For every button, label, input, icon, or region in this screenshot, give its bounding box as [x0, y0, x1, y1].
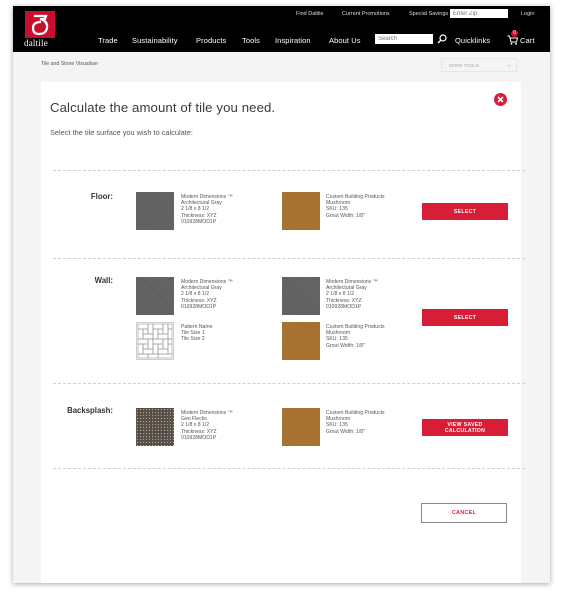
cart-count-badge: 0	[511, 30, 518, 37]
tile-swatch-architectural-gray	[282, 277, 320, 315]
backsplash-label: Backsplash:	[67, 406, 113, 415]
close-icon	[497, 96, 504, 103]
pattern-layout-icon	[137, 323, 173, 359]
divider	[53, 258, 525, 259]
current-promotions-link[interactable]: Current Promotions	[342, 11, 390, 17]
button-label-line2: CALCULATION	[444, 427, 486, 434]
nav-about-us[interactable]: About Us	[329, 36, 361, 45]
floor-select-button[interactable]: SELECT	[422, 203, 508, 220]
wall-grout-info: Custom Building Products Mushroom SKU: 1…	[326, 324, 385, 349]
tile-swatch-architectural-gray	[136, 192, 174, 230]
nav-sustainability[interactable]: Sustainability	[132, 36, 178, 45]
page-frame: daltile Find Daltile Current Promotions …	[13, 6, 550, 583]
floor-tile-info: Modern Dimensions ™ Architectural Gray 2…	[181, 194, 233, 225]
close-button[interactable]	[494, 93, 507, 106]
nav-inspiration[interactable]: Inspiration	[275, 36, 311, 45]
wall-tile-info: Modern Dimensions ™ Architectural Gray 2…	[181, 279, 233, 310]
tile-swatch-architectural-gray	[136, 277, 174, 315]
zip-input[interactable]	[450, 9, 508, 18]
daltile-logo[interactable]: daltile	[24, 11, 55, 48]
backsplash-tile-info: Modern Dimensions ™ Geo Flecks 2 1/8 x 8…	[181, 410, 233, 441]
login-link[interactable]: Login	[521, 11, 534, 17]
logo-wordmark: daltile	[24, 38, 48, 48]
view-saved-calculation-button[interactable]: VIEW SAVED CALCULATION	[422, 419, 508, 436]
wall-label: Wall:	[94, 276, 113, 285]
breadcrumb: Tile and Stone Visualiser	[41, 61, 99, 67]
special-savings-link[interactable]: Special Savings	[409, 11, 448, 17]
nav-quicklinks[interactable]: Quicklinks	[455, 36, 490, 45]
logo-glyph-icon	[31, 14, 49, 36]
search-input[interactable]	[375, 34, 433, 44]
dialog-subtitle: Select the tile surface you wish to calc…	[50, 128, 193, 137]
nav-products[interactable]: Products	[196, 36, 226, 45]
divider	[53, 383, 525, 384]
nav-tools[interactable]: Tools	[242, 36, 260, 45]
nav-cart[interactable]: Cart	[520, 36, 535, 45]
divider	[53, 170, 525, 171]
backsplash-grout-info: Custom Building Products Mushroom SKU: 1…	[326, 410, 385, 435]
more-tools-label: MORE TOOLS	[449, 63, 479, 68]
nav-trade[interactable]: Trade	[98, 36, 118, 45]
find-daltile-link[interactable]: Find Daltile	[296, 11, 324, 17]
grout-swatch-mushroom	[282, 408, 320, 446]
dialog-title: Calculate the amount of tile you need.	[50, 100, 276, 115]
wall-select-button[interactable]: SELECT	[422, 309, 508, 326]
grout-swatch-mushroom	[282, 192, 320, 230]
floor-grout-info: Custom Building Products Mushroom SKU: 1…	[326, 194, 385, 219]
wall-pattern-info: Pattern Name Tile Size 1 Tile Size 2	[181, 324, 213, 343]
more-tools-dropdown[interactable]: MORE TOOLS	[441, 58, 517, 72]
pattern-swatch	[136, 322, 174, 360]
floor-label: Floor:	[90, 192, 113, 201]
wall-tile-2-info: Modern Dimensions ™ Architectural Gray 2…	[326, 279, 378, 310]
tile-swatch-geo-flecks	[136, 408, 174, 446]
divider	[53, 468, 525, 469]
chevron-down-icon	[507, 64, 512, 67]
search-icon[interactable]	[437, 34, 447, 44]
cancel-button[interactable]: CANCEL	[421, 503, 507, 523]
grout-swatch-mushroom	[282, 322, 320, 360]
